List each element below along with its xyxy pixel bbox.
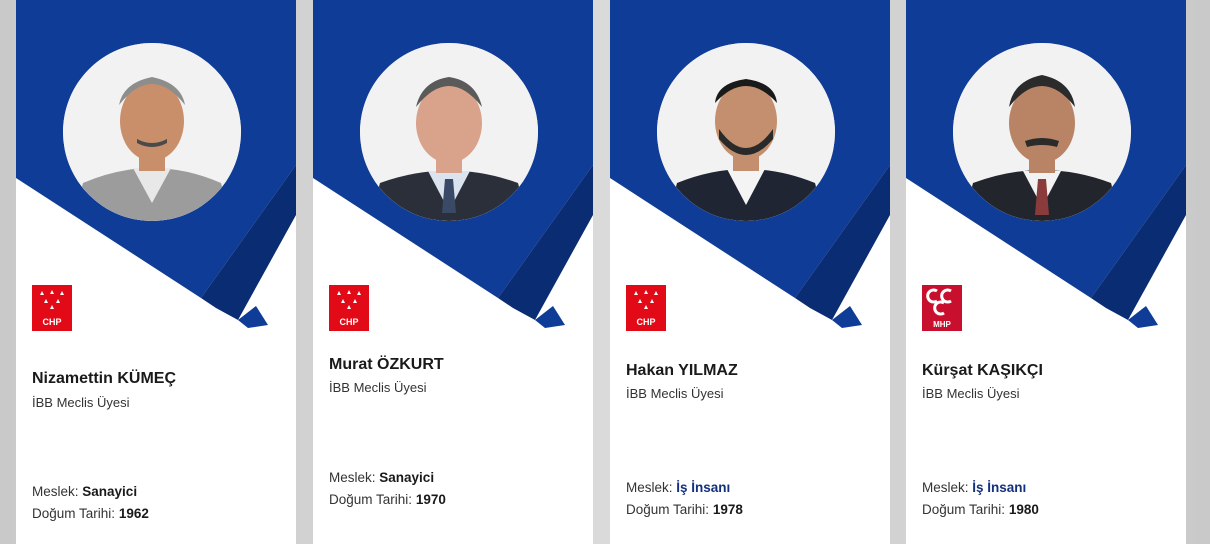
job-value: Sanayici <box>82 484 138 499</box>
portrait-photo <box>953 43 1131 221</box>
member-name: Kürşat KAŞIKÇI <box>922 362 1043 379</box>
member-role: İBB Meclis Üyesi <box>32 395 130 410</box>
portrait-photo <box>360 43 538 221</box>
member-details: Meslek: İş İnsanı Doğum Tarihi: 1978 <box>626 477 743 521</box>
job-value: İş İnsanı <box>972 480 1027 495</box>
chp-logo: CHP <box>32 285 72 331</box>
member-details: Meslek: Sanayici Doğum Tarihi: 1970 <box>329 467 446 511</box>
birth-value: 1962 <box>118 506 149 521</box>
member-role: İBB Meclis Üyesi <box>329 380 427 395</box>
birth-value: 1980 <box>1008 502 1039 517</box>
job-value: İş İnsanı <box>676 480 731 495</box>
profile-card-2[interactable]: CHP Murat ÖZKURT İBB Meclis Üyesi Meslek… <box>313 0 593 544</box>
job-label: Meslek: <box>922 480 969 495</box>
profile-card-1[interactable]: CHP Nizamettin KÜMEÇ İBB Meclis Üyesi Me… <box>16 0 296 544</box>
birth-value: 1970 <box>415 492 446 507</box>
job-value: Sanayici <box>379 470 435 485</box>
logo-text: CHP <box>636 317 655 327</box>
birth-value: 1978 <box>712 502 743 517</box>
portrait-photo <box>657 43 835 221</box>
job-label: Meslek: <box>32 484 79 499</box>
birth-label: Doğum Tarihi: <box>922 502 1006 517</box>
mhp-logo: MHP <box>922 285 962 331</box>
logo-text: MHP <box>933 320 951 329</box>
logo-text: CHP <box>339 317 358 327</box>
member-details: Meslek: İş İnsanı Doğum Tarihi: 1980 <box>922 477 1039 521</box>
job-label: Meslek: <box>626 480 673 495</box>
profile-card-4[interactable]: MHP Kürşat KAŞIKÇI İBB Meclis Üyesi Mesl… <box>906 0 1186 544</box>
chp-logo: CHP <box>626 285 666 331</box>
member-details: Meslek: Sanayici Doğum Tarihi: 1962 <box>32 481 149 525</box>
birth-label: Doğum Tarihi: <box>626 502 710 517</box>
member-name: Hakan YILMAZ <box>626 362 738 379</box>
chp-logo: CHP <box>329 285 369 331</box>
profile-card-3[interactable]: CHP Hakan YILMAZ İBB Meclis Üyesi Meslek… <box>610 0 890 544</box>
member-name: Murat ÖZKURT <box>329 356 444 373</box>
portrait-photo <box>63 43 241 221</box>
member-name: Nizamettin KÜMEÇ <box>32 370 177 387</box>
job-label: Meslek: <box>329 470 376 485</box>
member-role: İBB Meclis Üyesi <box>922 386 1020 401</box>
birth-label: Doğum Tarihi: <box>32 506 116 521</box>
logo-text: CHP <box>42 317 61 327</box>
birth-label: Doğum Tarihi: <box>329 492 413 507</box>
member-role: İBB Meclis Üyesi <box>626 386 724 401</box>
